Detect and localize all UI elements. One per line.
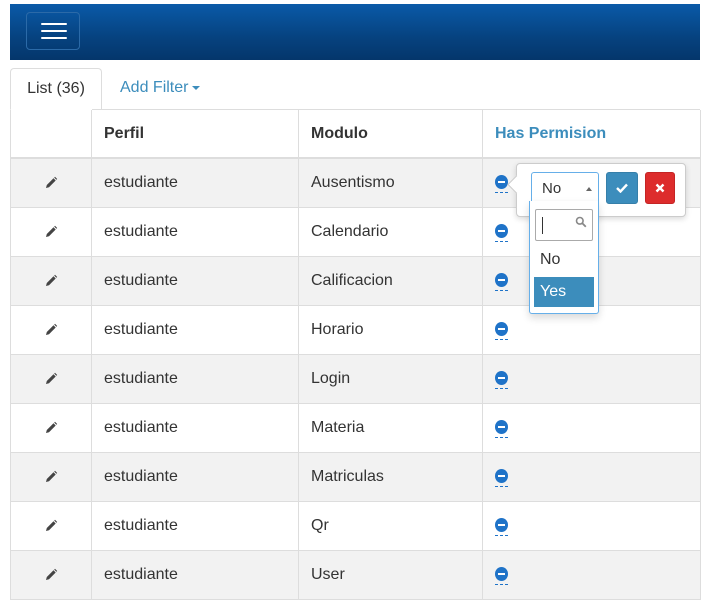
permission-cell: [482, 501, 701, 551]
permission-toggle[interactable]: [495, 517, 508, 536]
permission-toggle[interactable]: [495, 370, 508, 389]
hamburger-icon: [41, 23, 67, 25]
perfil-cell: estudiante: [91, 403, 299, 453]
permission-select-value: No: [542, 180, 562, 197]
hamburger-icon-bar: [41, 30, 67, 32]
edit-cell[interactable]: [10, 354, 92, 404]
table-header-row: Perfil Modulo Has Permision: [10, 110, 701, 159]
perfil-cell: estudiante: [91, 501, 299, 551]
minus-circle-icon: [495, 566, 508, 581]
permission-options-dropdown: No Yes: [529, 201, 599, 314]
modulo-cell: Qr: [298, 501, 483, 551]
permission-toggle[interactable]: [495, 468, 508, 487]
permission-toggle[interactable]: [495, 272, 508, 291]
perfil-cell: estudiante: [91, 158, 299, 208]
tab-list[interactable]: List (36): [10, 68, 102, 110]
times-icon: [655, 183, 665, 193]
table-row: estudiante Matriculas: [10, 452, 701, 502]
caret-up-icon: [586, 187, 592, 191]
perfil-cell: estudiante: [91, 305, 299, 355]
pencil-icon: [46, 225, 58, 237]
minus-circle-icon: [495, 174, 508, 189]
permission-cell: [482, 550, 701, 600]
edit-cell[interactable]: [10, 305, 92, 355]
option-yes[interactable]: Yes: [534, 277, 594, 307]
confirm-button[interactable]: [606, 172, 638, 204]
table-row: estudiante User: [10, 550, 701, 600]
perfil-cell: estudiante: [91, 550, 299, 600]
edit-cell[interactable]: [10, 501, 92, 551]
minus-circle-icon: [495, 321, 508, 336]
permission-toggle[interactable]: [495, 223, 508, 242]
permission-cell: [482, 403, 701, 453]
caret-down-icon: [192, 85, 201, 90]
modulo-cell: Horario: [298, 305, 483, 355]
minus-circle-icon: [495, 370, 508, 385]
permission-cell: [482, 354, 701, 404]
check-icon: [616, 183, 628, 193]
minus-circle-icon: [495, 223, 508, 238]
pencil-icon: [46, 421, 58, 433]
perfil-cell: estudiante: [91, 207, 299, 257]
perfil-cell: estudiante: [91, 452, 299, 502]
modulo-cell: Materia: [298, 403, 483, 453]
modulo-cell: User: [298, 550, 483, 600]
modulo-cell: Matriculas: [298, 452, 483, 502]
minus-circle-icon: [495, 419, 508, 434]
permission-toggle[interactable]: [495, 566, 508, 585]
cancel-button[interactable]: [645, 172, 675, 204]
column-header-modulo[interactable]: Modulo: [298, 110, 483, 159]
minus-circle-icon: [495, 517, 508, 532]
modulo-cell: Calificacion: [298, 256, 483, 306]
table-row: estudiante Materia: [10, 403, 701, 453]
pencil-icon: [46, 176, 58, 188]
permission-cell: [482, 452, 701, 502]
modulo-cell: Login: [298, 354, 483, 404]
pencil-icon: [46, 323, 58, 335]
edit-cell[interactable]: [10, 158, 92, 208]
minus-circle-icon: [495, 468, 508, 483]
pencil-icon: [46, 274, 58, 286]
table-row: estudiante Login: [10, 354, 701, 404]
edit-cell[interactable]: [10, 256, 92, 306]
perfil-cell: estudiante: [91, 256, 299, 306]
menu-toggle-button[interactable]: [26, 12, 80, 50]
column-header-actions: [10, 110, 92, 159]
edit-cell[interactable]: [10, 452, 92, 502]
option-no[interactable]: No: [534, 245, 594, 275]
permission-toggle[interactable]: [495, 419, 508, 438]
add-filter-dropdown[interactable]: Add Filter: [120, 68, 201, 110]
table-row: estudiante Qr: [10, 501, 701, 551]
tabs-bar: List (36) Add Filter: [10, 68, 700, 110]
column-header-has-permision[interactable]: Has Permision: [482, 110, 701, 159]
pencil-icon: [46, 519, 58, 531]
modulo-cell: Ausentismo: [298, 158, 483, 208]
edit-cell[interactable]: [10, 403, 92, 453]
top-navbar: [10, 4, 700, 60]
pencil-icon: [46, 568, 58, 580]
edit-cell[interactable]: [10, 550, 92, 600]
add-filter-label: Add Filter: [120, 79, 189, 96]
pencil-icon: [46, 372, 58, 384]
hamburger-icon-bar: [41, 37, 67, 39]
column-header-perfil[interactable]: Perfil: [91, 110, 299, 159]
perfil-cell: estudiante: [91, 354, 299, 404]
edit-cell[interactable]: [10, 207, 92, 257]
modulo-cell: Calendario: [298, 207, 483, 257]
text-cursor: [542, 217, 543, 234]
minus-circle-icon: [495, 272, 508, 287]
pencil-icon: [46, 470, 58, 482]
permission-toggle[interactable]: [495, 321, 508, 340]
search-icon: [575, 216, 587, 228]
dropdown-search-input[interactable]: [535, 209, 593, 241]
